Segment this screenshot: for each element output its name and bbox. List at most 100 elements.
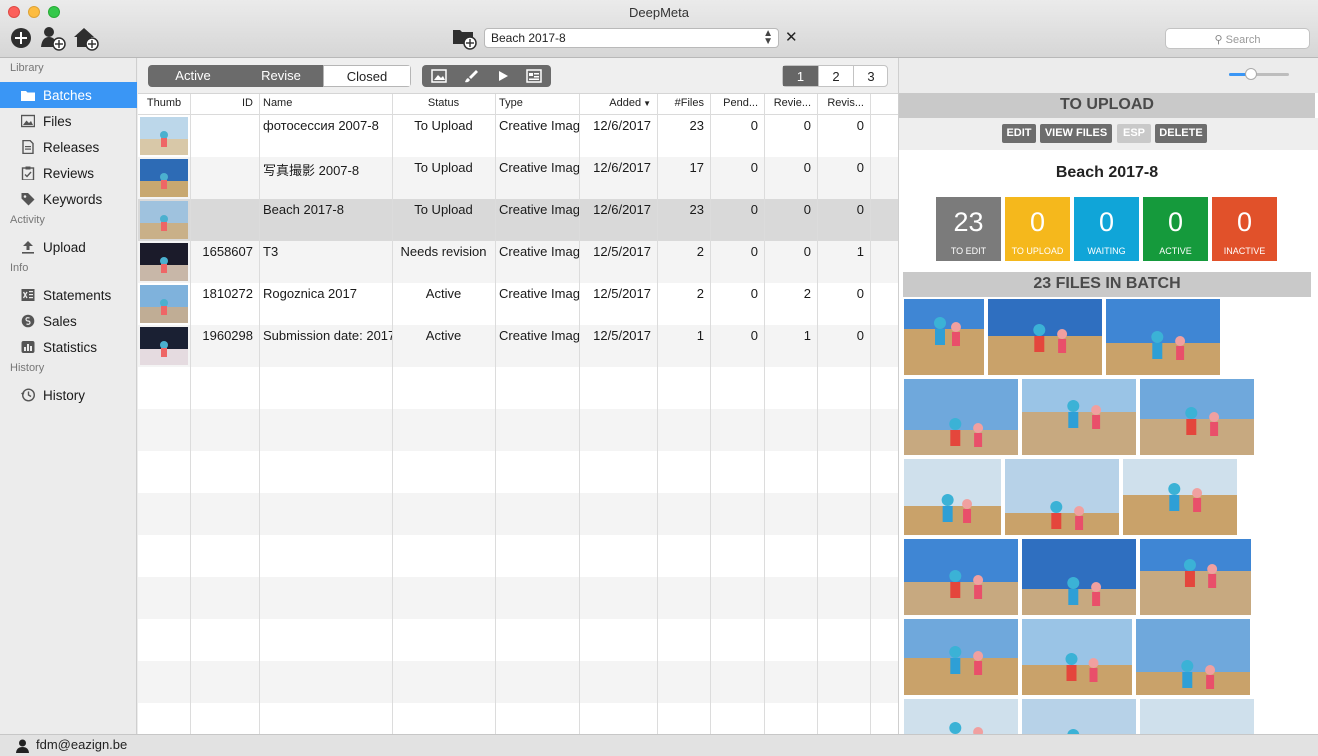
stat-waiting[interactable]: 0 WAITING [1074,197,1139,261]
cell-reviewed: 0 [803,244,811,259]
sidebar-item-label: Releases [43,140,100,155]
table-row[interactable]: 写真撮影 2007-8 To Upload Creative Imag 12/6/20… [138,157,898,199]
column-header-label: Revis... [827,97,864,109]
page-button-1[interactable]: 1 [783,66,818,86]
cell-pending: 0 [750,244,758,259]
batch-photo-thumbnail[interactable] [904,379,1018,455]
batch-photo-thumbnail[interactable] [1022,619,1132,695]
row-thumbnail [140,285,188,323]
column-divider [190,94,191,734]
page-button-3[interactable]: 3 [853,66,888,86]
cell-added: 12/5/2017 [593,244,651,259]
table-row[interactable]: 1960298 Submission date: 2017 Active Creati… [138,325,898,367]
user-account[interactable]: fdm@eazign.be [36,737,127,752]
batch-photo-thumbnail[interactable] [1005,459,1119,535]
table-row[interactable]: 1658607 T3 Needs revision Creative Imag 12/5… [138,241,898,283]
column-header-#files[interactable]: #Files [657,97,710,109]
esp-button[interactable]: ESP [1117,124,1151,143]
batch-photo-thumbnail[interactable] [1123,459,1237,535]
column-header-name[interactable]: Name [259,97,392,109]
stat-active[interactable]: 0 ACTIVE [1143,197,1208,261]
cell-id: 1810272 [202,286,253,301]
search-input[interactable]: ⚲ Search [1165,28,1310,49]
batch-photo-thumbnail[interactable] [1106,299,1220,375]
column-header-pend[interactable]: Pend... [710,97,764,109]
cell-name: Submission date: 2017 [263,328,392,343]
cell-status: Active [425,328,462,343]
tab-active[interactable]: Active [148,65,238,87]
batch-photo-thumbnail[interactable] [904,299,984,375]
sidebar-item-reviews[interactable]: Reviews [0,160,137,186]
edit-button[interactable]: EDIT [1002,124,1036,143]
thumbnail-size-slider[interactable] [1229,68,1289,80]
batch-photo-thumbnail[interactable] [1140,539,1251,615]
play-icon[interactable] [495,68,511,84]
batch-photo-thumbnail[interactable] [1022,379,1136,455]
batch-photo-thumbnail[interactable] [1022,539,1136,615]
table-row[interactable]: 1810272 Rogoznica 2017 Active Creative Imag… [138,283,898,325]
column-divider [579,94,580,734]
column-header-revie[interactable]: Revie... [764,97,817,109]
sidebar-item-files[interactable]: Files [0,108,137,134]
stat-to-edit[interactable]: 23 TO EDIT [936,197,1001,261]
cell-files: 23 [689,202,704,217]
sidebar-section-library: Library [10,62,44,74]
table-row[interactable]: Beach 2017-8 To Upload Creative Imag 12/6/2… [138,199,898,241]
filter-segmented-control: Active Revise Closed [148,65,411,87]
tab-closed[interactable]: Closed [323,65,411,87]
add-icon[interactable] [10,27,32,49]
cell-files: 2 [696,286,704,301]
view-files-button[interactable]: VIEW FILES [1040,124,1112,143]
column-header-status[interactable]: Status [392,97,495,109]
sidebar-item-label: Reviews [43,166,95,181]
sidebar-item-history[interactable]: History [0,382,137,408]
table-row[interactable]: фотосессия 2007-8 To Upload Creative Imag 1… [138,115,898,157]
cell-id: 1658607 [202,244,253,259]
column-header-label: Thumb [146,97,182,109]
detail-top-bar [899,58,1318,93]
batch-photo-thumbnail[interactable] [988,299,1102,375]
stat-value: 0 [1098,207,1115,237]
delete-button[interactable]: DELETE [1155,124,1207,143]
sidebar-section-info: Info [10,262,29,274]
list-view-icon[interactable] [526,68,542,84]
detail-panel: TO UPLOAD EDIT VIEW FILES ESP DELETE Beach … [898,58,1318,756]
stat-value: 0 [1167,207,1184,237]
column-header-id[interactable]: ID [190,97,259,109]
tab-revise[interactable]: Revise [238,65,324,87]
stat-value: 0 [1029,207,1046,237]
sidebar-item-batches[interactable]: Batches [0,82,137,108]
image-icon[interactable] [431,68,447,84]
brush-icon[interactable] [463,68,479,84]
sidebar-item-keywords[interactable]: Keywords [0,186,137,212]
add-property-icon[interactable] [72,25,100,51]
add-folder-icon[interactable] [452,26,478,50]
column-header-label: Added [609,97,642,109]
column-header-revis[interactable]: Revis... [817,97,870,109]
stat-to-upload[interactable]: 0 TO UPLOAD [1005,197,1070,261]
sidebar-item-releases[interactable]: Releases [0,134,137,160]
column-header-type[interactable]: Type [495,97,579,109]
batch-photo-thumbnail[interactable] [904,459,1001,535]
clear-batch-icon[interactable]: ✕ [785,28,798,46]
column-header-thumb[interactable]: Thumb [138,97,190,109]
cell-status: To Upload [414,202,473,217]
bar-chart-icon [21,340,35,354]
sidebar-item-statistics[interactable]: Statistics [0,334,137,360]
table-row-empty [138,409,898,451]
page-button-2[interactable]: 2 [818,66,853,86]
column-header-added[interactable]: Added ▼ [579,97,657,109]
sidebar-item-statements[interactable]: Statements [0,282,137,308]
add-user-icon[interactable] [40,25,66,51]
batch-photo-thumbnail[interactable] [1136,619,1250,695]
column-divider [764,94,765,734]
batch-photo-thumbnail[interactable] [904,619,1018,695]
batch-photo-thumbnail[interactable] [1140,379,1254,455]
sidebar-item-sales[interactable]: Sales [0,308,137,334]
batch-photo-thumbnail[interactable] [904,539,1018,615]
stat-inactive[interactable]: 0 INACTIVE [1212,197,1277,261]
slider-knob[interactable] [1245,68,1257,80]
sidebar-item-upload[interactable]: Upload [0,234,137,260]
batch-name: Beach 2017-8 [1055,164,1159,181]
batch-select[interactable]: Beach 2017-8 ▲ ▼ [484,28,779,48]
